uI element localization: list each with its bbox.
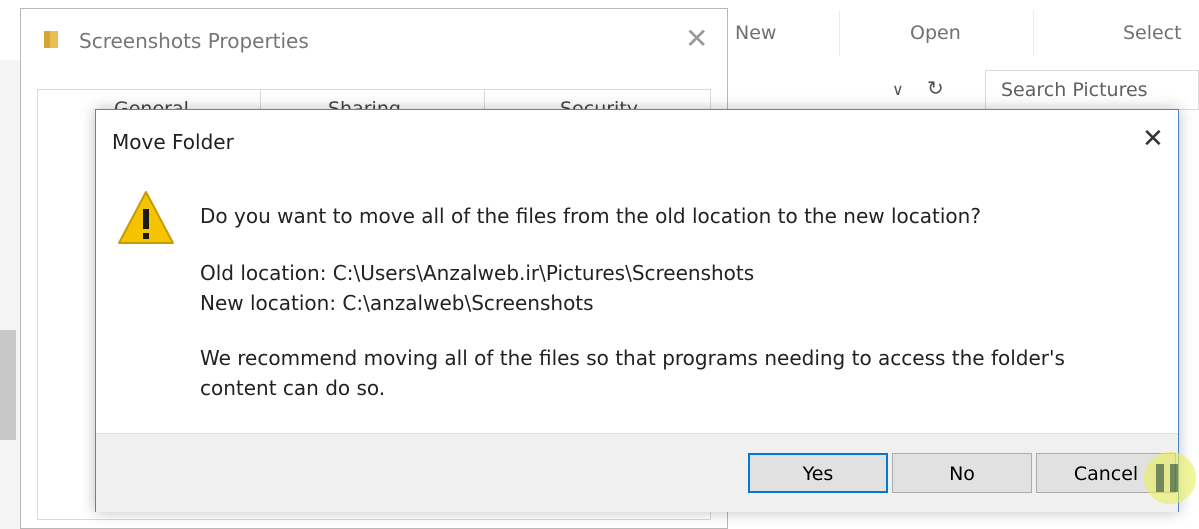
ribbon-new-button[interactable]: New xyxy=(735,22,776,44)
watermark-logo xyxy=(1144,452,1196,504)
properties-title: Screenshots Properties xyxy=(79,29,309,53)
ribbon: New Open Select xyxy=(727,0,1199,67)
dialog-question: Do you want to move all of the files fro… xyxy=(200,204,981,228)
old-location-text: Old location: C:\Users\Anzalweb.ir\Pictu… xyxy=(200,261,755,285)
refresh-icon[interactable]: ↻ xyxy=(927,76,944,100)
ribbon-divider xyxy=(839,10,840,56)
warning-icon xyxy=(118,191,174,244)
yes-button[interactable]: Yes xyxy=(748,453,888,493)
recommendation-text: We recommend moving all of the files so … xyxy=(200,346,1065,400)
move-folder-dialog: Move Folder ✕ Do you want to move all of… xyxy=(95,109,1179,512)
dialog-title: Move Folder xyxy=(112,130,234,154)
folder-icon xyxy=(44,31,58,48)
navigation-pane xyxy=(0,60,22,529)
properties-titlebar: Screenshots Properties ✕ xyxy=(21,9,727,71)
close-icon[interactable]: ✕ xyxy=(1142,124,1164,154)
ribbon-divider xyxy=(1033,10,1034,56)
dialog-footer: Yes No Cancel xyxy=(96,433,1178,512)
ribbon-open-button[interactable]: Open xyxy=(910,22,961,44)
close-icon[interactable]: ✕ xyxy=(685,22,708,55)
ribbon-select-button[interactable]: Select xyxy=(1123,22,1182,44)
new-location-text: New location: C:\anzalweb\Screenshots xyxy=(200,291,594,315)
search-input[interactable]: Search Pictures xyxy=(985,70,1199,110)
chevron-down-icon[interactable]: ∨ xyxy=(892,80,904,99)
no-button[interactable]: No xyxy=(892,453,1032,493)
scrollbar-thumb[interactable] xyxy=(0,330,16,440)
